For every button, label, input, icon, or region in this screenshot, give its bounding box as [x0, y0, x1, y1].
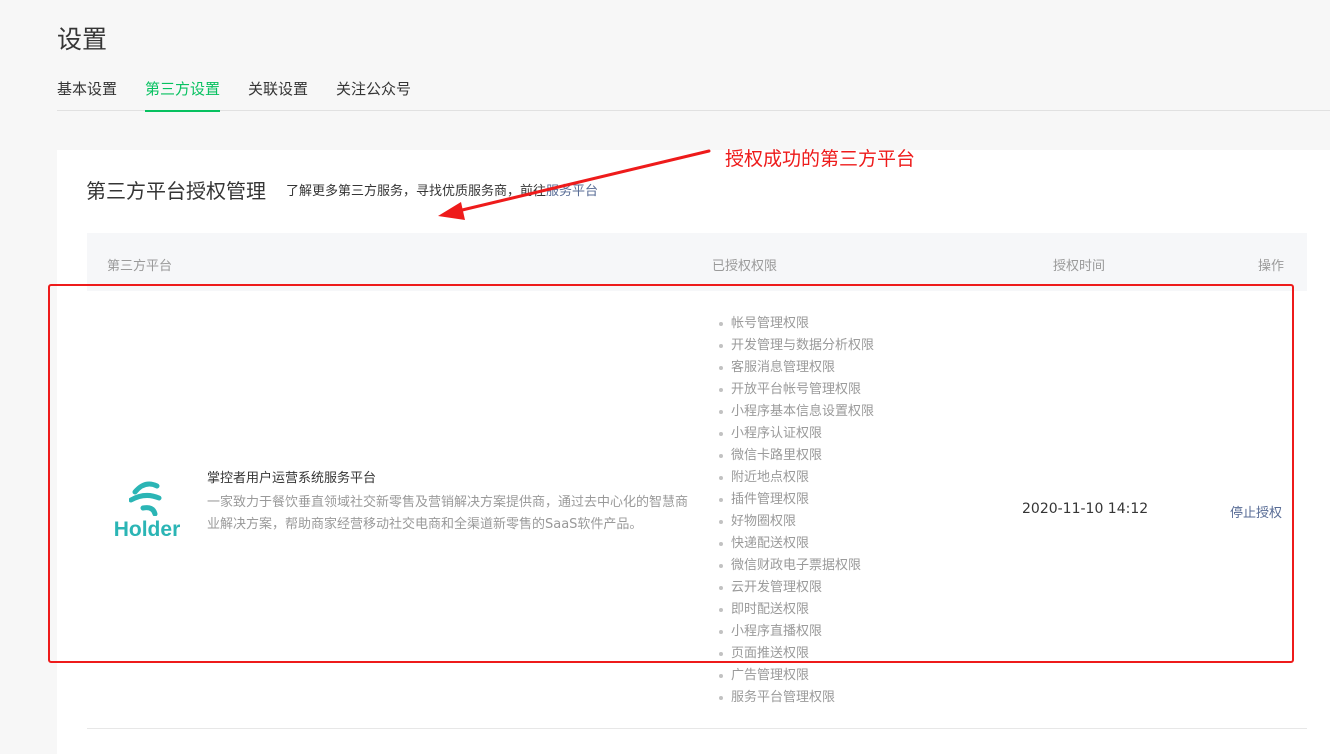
column-header-permissions: 已授权权限 — [712, 259, 778, 274]
auth-time-value: 2020-11-10 14:12 — [1022, 501, 1149, 517]
revoke-authorization-link[interactable]: 停止授权 — [1230, 502, 1282, 521]
settings-tabs: 基本设置 第三方设置 关联设置 关注公众号 — [57, 78, 1330, 112]
permission-item: 云开发管理权限 — [719, 577, 874, 599]
permission-list: 帐号管理权限 开发管理与数据分析权限 客服消息管理权限 开放平台帐号管理权限 小… — [719, 313, 874, 709]
permission-item: 客服消息管理权限 — [719, 357, 874, 379]
tab-basic-settings[interactable]: 基本设置 — [57, 78, 117, 111]
platform-description: 一家致力于餐饮垂直领域社交新零售及营销解决方案提供商，通过去中心化的智慧商业解决… — [207, 495, 689, 532]
card-title: 第三方平台授权管理 — [86, 179, 266, 203]
column-header-auth-time: 授权时间 — [1053, 259, 1106, 274]
permission-item: 帐号管理权限 — [719, 313, 874, 335]
permission-item: 小程序基本信息设置权限 — [719, 401, 874, 423]
column-header-action: 操作 — [1258, 259, 1285, 274]
holder-logo-icon — [129, 481, 162, 516]
permission-item: 插件管理权限 — [719, 489, 874, 511]
tab-third-party-settings[interactable]: 第三方设置 — [145, 78, 221, 112]
table-header: 第三方平台 已授权权限 授权时间 操作 — [87, 233, 1307, 291]
holder-logo: Holder — [109, 478, 185, 541]
service-platform-link[interactable]: 服务平台 — [546, 184, 598, 199]
permission-item: 小程序认证权限 — [719, 423, 874, 445]
permission-item: 服务平台管理权限 — [719, 687, 874, 709]
permission-item: 小程序直播权限 — [719, 621, 874, 643]
card-description-text: 了解更多第三方服务，寻找优质服务商，前往 — [286, 184, 547, 199]
permission-item: 开放平台帐号管理权限 — [719, 379, 874, 401]
card-description: 了解更多第三方服务，寻找优质服务商，前往服务平台 — [286, 180, 598, 199]
tab-follow-official-account[interactable]: 关注公众号 — [336, 78, 411, 111]
permission-item: 微信卡路里权限 — [719, 445, 874, 467]
permission-item: 好物圈权限 — [719, 511, 874, 533]
tab-related-settings[interactable]: 关联设置 — [248, 78, 308, 111]
permission-item: 开发管理与数据分析权限 — [719, 335, 874, 357]
page-title: 设置 — [57, 25, 108, 54]
permission-item: 微信财政电子票据权限 — [719, 555, 874, 577]
permission-item: 广告管理权限 — [719, 665, 874, 687]
permission-item: 快递配送权限 — [719, 533, 874, 555]
annotation-label: 授权成功的第三方平台 — [725, 148, 916, 170]
permission-item: 即时配送权限 — [719, 599, 874, 621]
column-header-platform: 第三方平台 — [107, 259, 173, 274]
permission-item: 附近地点权限 — [719, 467, 874, 489]
permission-item: 页面推送权限 — [719, 643, 874, 665]
holder-logo-text: Holder — [113, 518, 181, 541]
row-divider — [87, 728, 1307, 729]
third-party-auth-card: 第三方平台授权管理 了解更多第三方服务，寻找优质服务商，前往服务平台 第三方平台… — [57, 150, 1330, 754]
platform-name: 掌控者用户运营系统服务平台 — [207, 471, 377, 486]
